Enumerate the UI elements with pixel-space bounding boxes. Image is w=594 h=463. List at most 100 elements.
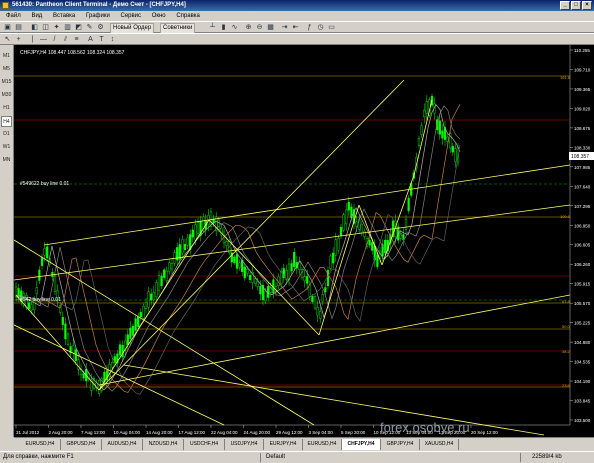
price-tick-label: 104.880 xyxy=(574,340,591,345)
vertical-line-icon[interactable]: | xyxy=(28,35,37,44)
menu-charts[interactable]: Графики xyxy=(86,11,110,21)
candle xyxy=(451,146,454,153)
minimize-button[interactable]: _ xyxy=(560,1,570,10)
arrows-icon[interactable]: ↕ xyxy=(108,35,117,44)
maximize-button[interactable]: □ xyxy=(571,1,581,10)
indicators-icon[interactable]: ƒ xyxy=(305,23,314,32)
channel-icon[interactable]: ⫽ xyxy=(61,35,70,44)
candle xyxy=(264,291,267,302)
menu-insert[interactable]: Вставка xyxy=(53,11,75,21)
fib-label-382: 38.2 xyxy=(562,349,571,354)
fib-label-618: 61.8 xyxy=(562,299,571,304)
profiles-icon[interactable]: ▤ xyxy=(14,23,23,32)
candle xyxy=(425,101,428,114)
candle xyxy=(371,242,374,251)
bar-chart-icon[interactable]: ┴ xyxy=(208,23,217,32)
fib-label-236: 23.6 xyxy=(562,383,571,388)
price-tick-label: 107.295 xyxy=(574,204,591,209)
line-chart-icon[interactable]: ∿ xyxy=(230,23,239,32)
new-chart-icon[interactable]: ▣ xyxy=(3,23,12,32)
chart-shift-icon[interactable]: ⇤ xyxy=(291,23,300,32)
trendline-icon[interactable]: / xyxy=(50,35,59,44)
price-tick-label: 107.985 xyxy=(574,165,591,170)
main-toolbar: ▣ ▤ ◧ ◫ ✦ ▥ ◩ ✎ ⚙ Новый Ордер Советники … xyxy=(0,21,594,34)
navigator-icon[interactable]: ✦ xyxy=(52,23,61,32)
price-chart[interactable]: 110.255 109.710 109.365 109.020 108.675 108.3… xyxy=(13,45,594,437)
tab-eurjpy-h4[interactable]: EURJPY,H4 xyxy=(264,439,303,450)
menu-tools[interactable]: Сервис xyxy=(120,11,141,21)
close-button[interactable]: × xyxy=(582,1,592,10)
tile-icon[interactable]: ▦ xyxy=(266,23,275,32)
tab-chfjpy-h4[interactable]: CHFJPY,H4 xyxy=(342,439,381,450)
tf-m1[interactable]: M1 xyxy=(1,51,12,62)
price-tick-label: 107.640 xyxy=(574,184,591,189)
candle xyxy=(360,224,363,233)
candle xyxy=(303,276,306,281)
candle xyxy=(345,209,348,225)
time-tick-label: 2 Aug 20:00 xyxy=(49,430,74,435)
trend-line xyxy=(98,79,405,391)
tab-eurusd-h4-2[interactable]: EURUSD,H4 xyxy=(303,439,342,450)
tab-nzdusd-h4[interactable]: NZDUSD,H4 xyxy=(143,439,184,450)
candle xyxy=(376,254,379,267)
menu-file[interactable]: Файл xyxy=(6,11,21,21)
candle xyxy=(157,275,161,291)
candle xyxy=(170,263,174,270)
menu-view[interactable]: Вид xyxy=(31,11,42,21)
tab-audusd-h4[interactable]: AUDUSD,H4 xyxy=(102,439,143,450)
price-tick-label: 105.915 xyxy=(574,282,591,287)
time-tick-label: 29 Aug 12:00 xyxy=(276,430,303,435)
status-divider xyxy=(260,453,261,462)
menu-help[interactable]: Справка xyxy=(176,11,200,21)
menu-window[interactable]: Окно xyxy=(152,11,166,21)
chart-canvas[interactable]: 110.255 109.710 109.365 109.020 108.675 108.3… xyxy=(13,45,594,437)
candle xyxy=(150,293,153,301)
label-icon[interactable]: T xyxy=(97,35,106,44)
tf-d1[interactable]: D1 xyxy=(1,129,12,140)
tf-m5[interactable]: M5 xyxy=(1,64,12,75)
tab-xauusd-h4[interactable]: XAUUSD,H4 xyxy=(420,439,459,450)
crosshair-icon[interactable]: + xyxy=(14,35,23,44)
candle xyxy=(46,246,49,259)
tab-gbpusd-h4[interactable]: GBPUSD,H4 xyxy=(61,439,102,450)
terminal-icon[interactable]: ▥ xyxy=(63,23,72,32)
templates-icon[interactable]: ▭ xyxy=(327,23,336,32)
fibonacci-icon[interactable]: ≡ xyxy=(72,35,81,44)
tf-m15[interactable]: M15 xyxy=(1,77,12,88)
zoom-out-icon[interactable]: ⊖ xyxy=(255,23,264,32)
autoscroll-icon[interactable]: ⇥ xyxy=(280,23,289,32)
tab-usdjpy-h4[interactable]: USDJPY,H4 xyxy=(225,439,264,450)
tf-h1[interactable]: H1 xyxy=(1,103,12,114)
price-tick-label: 105.570 xyxy=(574,301,591,306)
market-watch-icon[interactable]: ◧ xyxy=(30,23,39,32)
candle xyxy=(27,302,31,309)
candle xyxy=(332,252,335,264)
cursor-icon[interactable]: ↖ xyxy=(3,35,12,44)
candle xyxy=(254,278,257,284)
candle xyxy=(168,262,171,272)
tf-mn[interactable]: MN xyxy=(1,155,12,166)
candle xyxy=(308,284,311,297)
candle xyxy=(441,130,444,139)
candle xyxy=(316,307,319,316)
tab-eurusd-h4[interactable]: EURUSD,H4 xyxy=(20,439,61,450)
tf-h4[interactable]: H4 xyxy=(1,116,12,127)
tf-w1[interactable]: W1 xyxy=(1,142,12,153)
horizontal-line-icon[interactable]: — xyxy=(39,35,48,44)
tab-usdchf-h4[interactable]: USDCHF,H4 xyxy=(184,439,225,450)
zoom-in-icon[interactable]: ⊕ xyxy=(244,23,253,32)
editor-icon[interactable]: ✎ xyxy=(85,23,94,32)
tf-m30[interactable]: M30 xyxy=(1,90,12,101)
title-bar: 561430: Pantheon Client Terminal - Демо … xyxy=(0,0,594,11)
data-window-icon[interactable]: ◫ xyxy=(41,23,50,32)
candle xyxy=(191,229,194,238)
candle xyxy=(233,256,236,264)
text-icon[interactable]: A xyxy=(86,35,95,44)
options-icon[interactable]: ⚙ xyxy=(96,23,105,32)
candle-chart-icon[interactable]: ▮ xyxy=(219,23,228,32)
candle xyxy=(165,270,168,281)
strategy-tester-icon[interactable]: ◩ xyxy=(74,23,83,32)
time-tick-label: 10 Aug 04:00 xyxy=(114,430,141,435)
periods-icon[interactable]: ◷ xyxy=(316,23,325,32)
tab-gbpjpy-h4[interactable]: GBPJPY,H4 xyxy=(381,439,420,450)
